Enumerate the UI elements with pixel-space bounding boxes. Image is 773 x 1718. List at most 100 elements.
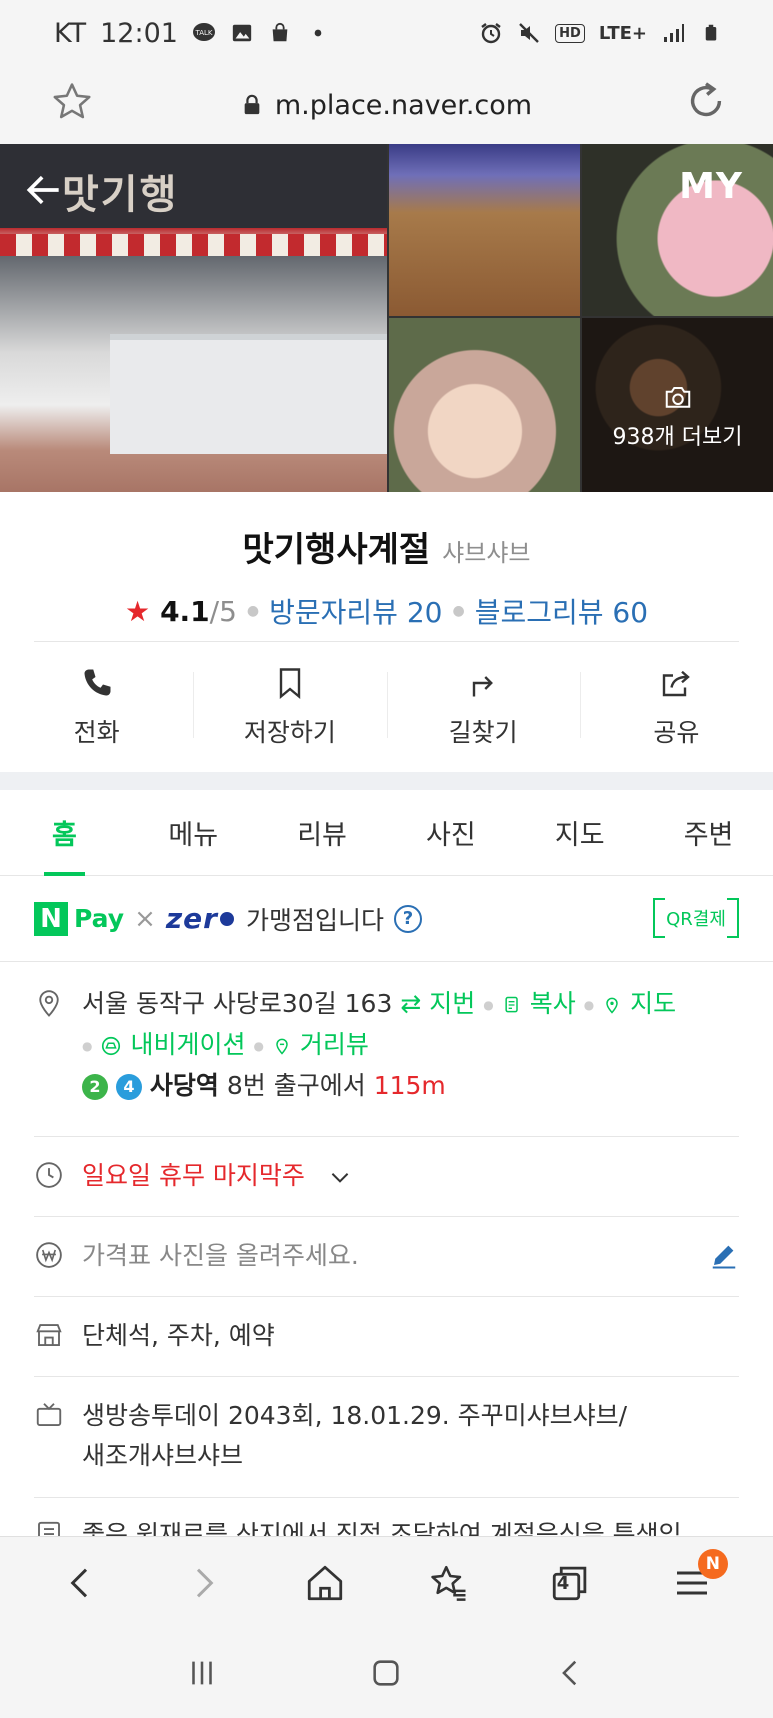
gallery-icon [230, 21, 254, 45]
address-field[interactable]: m.place.naver.com [241, 90, 532, 121]
carrier-label: KT [54, 17, 87, 49]
bookmark-star-icon[interactable] [50, 80, 94, 124]
exit-text: 8번 출구에서 [226, 1071, 366, 1100]
more-photos-button[interactable]: 938개 더보기 [582, 342, 773, 492]
place-category: 샤브샤브 [442, 539, 531, 567]
chevron-right-icon [197, 1568, 214, 1597]
hd-voice-icon: HD [555, 23, 585, 43]
separator-dot: ● [246, 603, 260, 619]
tab-photos[interactable]: 사진 [386, 790, 515, 875]
clock-icon [36, 1162, 62, 1188]
tv-icon [36, 1403, 62, 1426]
subway-line-2-badge: 2 [82, 1074, 108, 1100]
copy-link[interactable]: 복사 [502, 989, 576, 1018]
save-button[interactable]: 저장하기 [193, 642, 386, 772]
map-link[interactable]: 지도 [602, 989, 676, 1018]
location-pin-icon [39, 990, 59, 1017]
description-row: 좋은 원재료를 산지에서 직접 조달하여 계절음식을 특색있 [34, 1515, 739, 1536]
back-arrow-icon[interactable] [22, 168, 66, 212]
zeropay-logo: zer [165, 902, 218, 935]
tab-bar: 홈 메뉴 리뷰 사진 지도 주변 [0, 790, 773, 876]
action-bar: 전화 저장하기 길찾기 공유 [0, 642, 773, 772]
save-label: 저장하기 [243, 718, 336, 747]
chevron-down-icon[interactable] [327, 1164, 353, 1190]
directions-button[interactable]: 길찾기 [386, 642, 580, 772]
street-view-link[interactable]: 거리뷰 [272, 1030, 369, 1059]
hours-row[interactable]: 일요일 휴무 마지막주 [34, 1156, 739, 1196]
dish-photo[interactable] [582, 144, 773, 316]
place-header: 맛기행사계절 샤브샤브 ★ 4.1/5 ● 방문자리뷰 20 ● 블로그리뷰 6… [0, 492, 773, 642]
amenities-row: 단체석, 주차, 예약 [34, 1316, 739, 1356]
browser-forward-button[interactable] [177, 1557, 229, 1609]
won-coin-icon [36, 1242, 62, 1268]
battery-icon [699, 21, 723, 45]
merchant-label: 가맹점입니다 [245, 905, 384, 935]
store-icon [36, 1324, 62, 1346]
clock: 12:01 [100, 17, 178, 49]
tv-text-line-1: 생방송투데이 2043회, 18.01.29. 주꾸미샤브샤브/ [82, 1401, 628, 1430]
back-chevron-icon [561, 1660, 576, 1686]
visitor-review-link[interactable]: 방문자리뷰 20 [269, 591, 442, 631]
directions-icon [472, 676, 494, 697]
tab-nearby[interactable]: 주변 [644, 790, 773, 875]
jibun-link[interactable]: ⇄ 지번 [400, 989, 475, 1018]
section-gap [0, 772, 773, 790]
distance-text: 115m [373, 1071, 446, 1100]
map-pin-icon [606, 997, 618, 1014]
npay-label: Pay [74, 904, 125, 933]
car-icon [102, 1036, 121, 1056]
browser-back-button[interactable] [55, 1557, 107, 1609]
address-row: 서울 동작구 사당로30길 163 ⇄ 지번 ● 복사 ● 지도 ● 내비게이션 ● … [34, 984, 739, 1106]
tab-home[interactable]: 홈 [0, 790, 129, 876]
system-home-button[interactable] [360, 1647, 412, 1699]
interior-photo[interactable] [389, 144, 580, 316]
divider [34, 1376, 739, 1377]
call-button[interactable]: 전화 [0, 642, 193, 772]
rating-star-icon: ★ [124, 594, 151, 628]
bookmarks-button[interactable] [422, 1557, 474, 1609]
subway-line-4-badge: 4 [115, 1074, 142, 1100]
tv-appearance-row: 생방송투데이 2043회, 18.01.29. 주꾸미샤브샤브/ 새조개샤브샤브 [34, 1396, 739, 1476]
my-button[interactable]: MY [679, 166, 743, 207]
tab-menu[interactable]: 메뉴 [129, 790, 258, 875]
camera-icon [665, 387, 690, 408]
browser-url-bar: m.place.naver.com [0, 66, 773, 144]
recent-apps-button[interactable] [176, 1647, 228, 1699]
food-closeup-photo[interactable] [389, 318, 580, 492]
browser-menu-button[interactable]: N [666, 1548, 728, 1609]
price-placeholder: 가격표 사진을 올려주세요. [82, 1241, 359, 1270]
phone-icon [84, 669, 111, 696]
star-list-icon [430, 1565, 466, 1601]
home-icon [308, 1565, 343, 1600]
edit-pencil-icon[interactable] [709, 1240, 739, 1270]
pay-info-row: N Pay × zer 가맹점입니다 ? QR결제 [0, 876, 773, 962]
share-label: 공유 [653, 718, 700, 747]
svg-text:TALK: TALK [194, 29, 212, 37]
amenities-text: 단체석, 주차, 예약 [82, 1321, 275, 1350]
help-icon[interactable]: ? [393, 904, 422, 933]
system-back-button[interactable] [545, 1647, 597, 1699]
lock-icon [244, 94, 260, 115]
system-navigation-bar [0, 1628, 773, 1718]
tabs-icon [552, 1566, 586, 1600]
share-button[interactable]: 공유 [579, 642, 773, 772]
tab-reviews[interactable]: 리뷰 [258, 790, 387, 875]
signal-icon [661, 21, 685, 45]
navigation-link[interactable]: 내비게이션 [100, 1030, 245, 1059]
recent-apps-icon [192, 1661, 212, 1685]
description-clip: 좋은 원재료를 산지에서 직접 조달하여 계절음식을 특색있 [0, 1497, 773, 1536]
description-text: 좋은 원재료를 산지에서 직접 조달하여 계절음식을 특색있 [82, 1520, 682, 1536]
copy-icon [505, 996, 518, 1013]
notification-dot-icon [306, 21, 330, 45]
rating-line: ★ 4.1/5 ● 방문자리뷰 20 ● 블로그리뷰 60 [0, 591, 773, 631]
fish-tank-counter [110, 334, 387, 454]
tab-map[interactable]: 지도 [515, 790, 644, 875]
reload-icon[interactable] [683, 78, 729, 124]
tv-text-line-2: 새조개샤브샤브 [82, 1441, 244, 1470]
qr-pay-button[interactable]: QR결제 [653, 898, 739, 938]
browser-home-button[interactable] [299, 1557, 351, 1609]
separator-dot: ● [452, 603, 465, 619]
tab-count: 4 [556, 1572, 570, 1594]
tabs-button[interactable]: 4 [544, 1557, 596, 1609]
blog-review-link[interactable]: 블로그리뷰 60 [475, 591, 648, 631]
